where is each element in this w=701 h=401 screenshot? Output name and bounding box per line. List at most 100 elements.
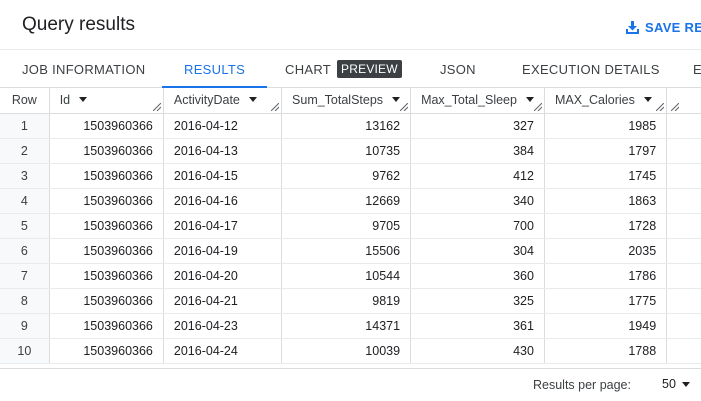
table-cell: 1797: [544, 138, 668, 164]
table-cell: 1728: [544, 213, 668, 239]
table-row: 10 1503960366 2016-04-24 10039 430 1788: [0, 338, 701, 364]
table-header-row: Row Id ActivityDate Sum_TotalSteps Max_T…: [0, 88, 701, 114]
table-cell: 1745: [544, 163, 668, 189]
table-cell: 1503960366: [49, 238, 164, 264]
table-cell: 1503960366: [49, 113, 164, 139]
column-header-max-total-sleep[interactable]: Max_Total_Sleep: [410, 88, 545, 114]
resize-grip-icon[interactable]: [656, 102, 665, 111]
table-cell: 10039: [281, 338, 412, 364]
table-row: 8 1503960366 2016-04-21 9819 325 1775: [0, 288, 701, 314]
table-cell-filler: [666, 238, 701, 264]
tab-chart[interactable]: CHART PREVIEW: [285, 51, 402, 88]
table-cell: 1503960366: [49, 213, 164, 239]
table-cell: 340: [410, 188, 545, 214]
results-table: Row Id ActivityDate Sum_TotalSteps Max_T…: [0, 88, 701, 364]
resize-grip-icon[interactable]: [152, 102, 161, 111]
table-row: 5 1503960366 2016-04-17 9705 700 1728: [0, 213, 701, 239]
column-header-filler: [666, 88, 701, 114]
table-cell: 8: [0, 288, 50, 314]
sort-caret-icon[interactable]: [392, 97, 401, 103]
tab-overflow[interactable]: E: [693, 51, 701, 88]
table-cell: 3: [0, 163, 50, 189]
table-cell-filler: [666, 338, 701, 364]
table-cell: 9705: [281, 213, 412, 239]
table-cell: 14371: [281, 313, 412, 339]
table-row: 6 1503960366 2016-04-19 15506 304 2035: [0, 238, 701, 264]
table-cell: 1503960366: [49, 288, 164, 314]
table-cell: 13162: [281, 113, 412, 139]
pagination-footer: Results per page: 50: [0, 368, 701, 401]
preview-badge: PREVIEW: [337, 60, 402, 78]
table-cell: 10544: [281, 263, 412, 289]
table-cell-filler: [666, 213, 701, 239]
results-grid: Row Id ActivityDate Sum_TotalSteps Max_T…: [0, 88, 701, 368]
table-cell: 1503960366: [49, 338, 164, 364]
table-body: 1 1503960366 2016-04-12 13162 327 1985 2 150396…: [0, 113, 701, 364]
sort-caret-icon[interactable]: [525, 97, 534, 103]
save-results-button[interactable]: SAVE RES: [626, 17, 701, 37]
column-header-row: Row: [0, 88, 50, 114]
column-header-id[interactable]: Id: [49, 88, 164, 114]
table-row: 3 1503960366 2016-04-15 9762 412 1745: [0, 163, 701, 189]
results-tabs: JOB INFORMATION RESULTS CHART PREVIEW JSO…: [0, 51, 701, 89]
table-cell: 1503960366: [49, 138, 164, 164]
table-cell: 9762: [281, 163, 412, 189]
results-header: Query results SAVE RES: [0, 0, 701, 50]
sort-caret-icon[interactable]: [643, 97, 652, 103]
table-cell: 15506: [281, 238, 412, 264]
table-cell: 1503960366: [49, 263, 164, 289]
table-cell: 1503960366: [49, 188, 164, 214]
download-icon: [626, 20, 639, 34]
resize-grip-icon[interactable]: [271, 102, 280, 111]
table-cell: 7: [0, 263, 50, 289]
table-cell: 9: [0, 313, 50, 339]
table-cell: 2016-04-12: [163, 113, 283, 139]
table-cell-filler: [666, 313, 701, 339]
table-cell-filler: [666, 138, 701, 164]
table-cell: 1985: [544, 113, 668, 139]
table-cell: 1788: [544, 338, 668, 364]
table-cell: 2: [0, 138, 50, 164]
resize-grip-icon[interactable]: [533, 102, 542, 111]
table-cell: 2016-04-16: [163, 188, 283, 214]
table-cell: 5: [0, 213, 50, 239]
tab-results[interactable]: RESULTS: [161, 51, 268, 89]
table-cell: 430: [410, 338, 545, 364]
table-row: 1 1503960366 2016-04-12 13162 327 1985: [0, 113, 701, 139]
tab-json[interactable]: JSON: [440, 51, 476, 88]
table-cell: 4: [0, 188, 50, 214]
table-cell: 2016-04-24: [163, 338, 283, 364]
table-cell: 2016-04-21: [163, 288, 283, 314]
table-cell-filler: [666, 288, 701, 314]
column-header-activitydate[interactable]: ActivityDate: [163, 88, 283, 114]
results-per-page-label: Results per page:: [533, 378, 631, 392]
tab-execution-details[interactable]: EXECUTION DETAILS: [522, 51, 660, 88]
table-cell: 2016-04-20: [163, 263, 283, 289]
table-cell: 2035: [544, 238, 668, 264]
table-cell: 384: [410, 138, 545, 164]
results-per-page-select[interactable]: 50: [662, 377, 690, 391]
tab-job-information[interactable]: JOB INFORMATION: [22, 51, 145, 88]
sort-caret-icon[interactable]: [248, 97, 257, 103]
table-cell: 304: [410, 238, 545, 264]
table-cell-filler: [666, 163, 701, 189]
table-cell: 1: [0, 113, 50, 139]
resize-grip-icon[interactable]: [400, 102, 409, 111]
chevron-down-icon: [681, 381, 690, 387]
table-cell-filler: [666, 188, 701, 214]
table-row: 4 1503960366 2016-04-16 12669 340 1863: [0, 188, 701, 214]
table-cell: 1503960366: [49, 163, 164, 189]
table-cell: 325: [410, 288, 545, 314]
save-results-label: SAVE RES: [645, 19, 701, 35]
column-header-max-calories[interactable]: MAX_Calories: [544, 88, 668, 114]
table-cell: 360: [410, 263, 545, 289]
table-cell: 2016-04-13: [163, 138, 283, 164]
table-cell: 1503960366: [49, 313, 164, 339]
table-cell: 327: [410, 113, 545, 139]
sort-caret-icon[interactable]: [79, 97, 88, 103]
column-header-sum-totalsteps[interactable]: Sum_TotalSteps: [281, 88, 412, 114]
table-cell: 361: [410, 313, 545, 339]
table-cell-filler: [666, 113, 701, 139]
table-cell: 6: [0, 238, 50, 264]
resize-grip-icon[interactable]: [671, 102, 679, 111]
